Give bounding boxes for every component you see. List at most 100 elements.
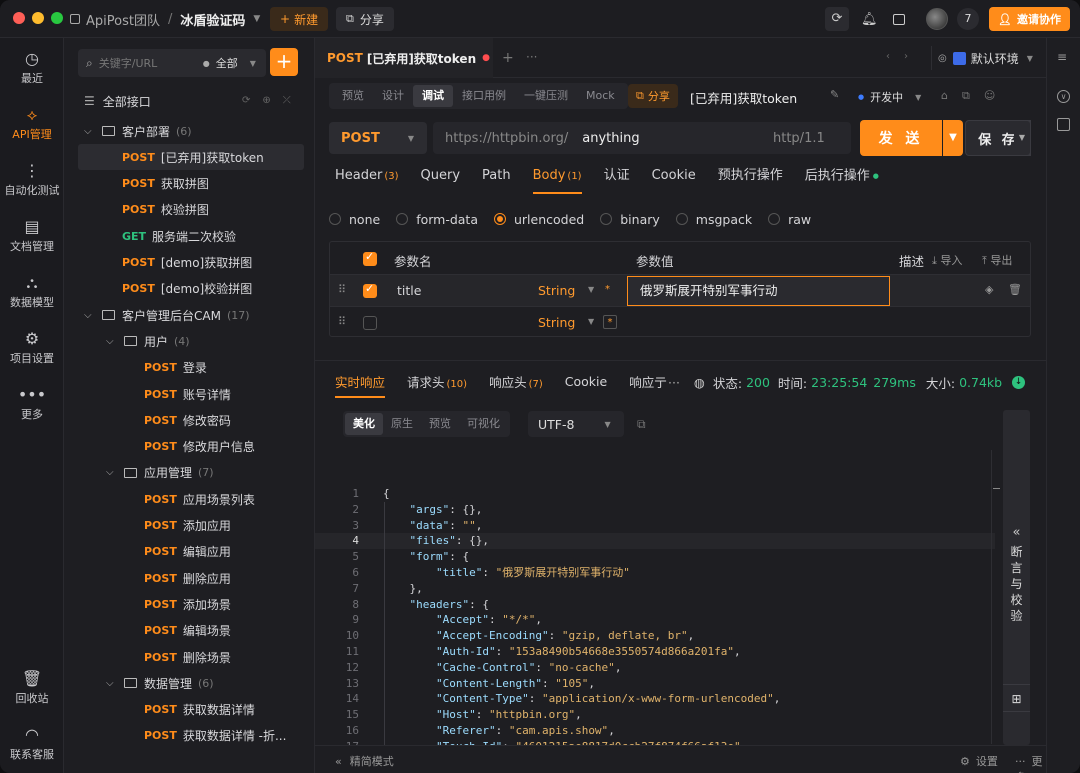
layout-icon[interactable]: ⊞ [1003, 684, 1030, 712]
tree-api-item[interactable]: POST 编辑应用 [144, 539, 231, 565]
new-button[interactable]: + 新建 [270, 7, 329, 31]
tree-api-item[interactable]: POST 校验拼图 [122, 197, 209, 223]
close-window-button[interactable] [13, 12, 25, 24]
copy-icon[interactable]: ⧉ [962, 89, 984, 102]
import-button[interactable]: ⤓ 导入 [932, 252, 962, 268]
download-icon[interactable]: ↓ [1012, 376, 1026, 389]
filter-select[interactable]: 全部 [216, 55, 238, 71]
rail-item-settings[interactable]: ⚙ 项目设置 [0, 330, 64, 366]
menu-icon[interactable]: ≡ [1057, 50, 1067, 64]
drag-handle-icon[interactable]: ⠿ [338, 315, 346, 328]
tree-api-item[interactable]: POST [已弃用]获取token [78, 144, 304, 171]
lock-icon[interactable]: ⌂ [941, 89, 962, 102]
body-type-radio[interactable]: raw [768, 212, 811, 227]
chevron-left-icon[interactable]: ‹ [886, 51, 904, 62]
all-apis-node[interactable]: ☰ 全部接口 [84, 88, 151, 114]
request-tab[interactable]: 后执行操作 ● [805, 162, 879, 190]
chevron-down-icon[interactable]: ⌵ [106, 336, 118, 347]
tree-api-item[interactable]: POST 添加应用 [144, 513, 231, 539]
param-value-input[interactable]: 俄罗斯展开特别军事行动 [627, 276, 890, 306]
collapse-icon[interactable]: ⤫ [283, 95, 303, 106]
param-type-select[interactable]: String [538, 315, 575, 330]
tree-folder[interactable]: ⌵ 用户 (4) [106, 328, 190, 354]
locate-icon[interactable]: ⊕ [262, 95, 282, 106]
body-type-radio[interactable]: form-data [396, 212, 478, 227]
tree-api-item[interactable]: POST 删除应用 [144, 565, 231, 591]
format-tab[interactable]: 可视化 [459, 413, 508, 435]
tab-more-icon[interactable]: ··· [526, 50, 537, 64]
body-type-radio[interactable]: binary [600, 212, 660, 227]
copy-response-icon[interactable]: ⧉ [637, 417, 646, 432]
chevron-down-icon[interactable]: ⌵ [106, 678, 118, 689]
protocol-select[interactable]: http/1.1 [773, 131, 825, 146]
project-name[interactable]: 冰盾验证码 [180, 10, 245, 29]
compact-mode-toggle[interactable]: « 精简模式 [335, 753, 394, 769]
tree-api-item[interactable]: POST [demo]校验拼图 [122, 276, 252, 302]
tree-api-item[interactable]: POST 添加场景 [144, 591, 231, 617]
view-tab[interactable]: Mock [577, 85, 624, 107]
request-tab[interactable]: 预执行操作 [718, 162, 783, 190]
delete-icon[interactable]: 🗑︎ [1008, 283, 1022, 296]
tree-api-item[interactable]: POST 修改用户信息 [144, 434, 255, 460]
chevron-down-icon[interactable]: ⌵ [84, 310, 96, 321]
encoding-select[interactable]: UTF-8 ▼ [528, 411, 624, 437]
format-tab[interactable]: 美化 [345, 413, 383, 435]
response-more-icon[interactable]: ··· [668, 375, 680, 390]
view-tab[interactable]: 预览 [333, 85, 373, 107]
tree-api-item[interactable]: POST 编辑场景 [144, 618, 231, 644]
param-enable-checkbox[interactable] [363, 316, 377, 330]
request-tab[interactable]: Cookie [652, 162, 696, 190]
chevron-down-icon[interactable]: ⌵ [106, 467, 118, 478]
export-button[interactable]: ⤒ 导出 [982, 252, 1012, 268]
drag-handle-icon[interactable]: ⠿ [338, 283, 346, 296]
url-input[interactable]: https://httpbin.org/ anything http/1.1 [433, 122, 851, 154]
tree-folder[interactable]: ⌵ 客户部署 (6) [84, 118, 192, 144]
chevron-right-icon[interactable]: › [904, 51, 922, 62]
response-tab[interactable]: 响应亍 [629, 372, 667, 391]
status-select[interactable]: ● 开发中 ▼ [858, 89, 921, 105]
member-count-badge[interactable]: 7 [957, 0, 979, 38]
format-tab[interactable]: 原生 [383, 413, 421, 435]
minimize-window-button[interactable] [32, 12, 44, 24]
format-tab[interactable]: 预览 [421, 413, 459, 435]
required-star-icon[interactable]: * [605, 284, 610, 295]
select-all-checkbox[interactable] [363, 250, 377, 266]
tree-api-item[interactable]: POST 登录 [144, 355, 207, 381]
sync-icon[interactable]: ⟳ [825, 7, 849, 31]
tree-api-item[interactable]: GET 服务端二次校验 [122, 223, 236, 249]
view-tab[interactable]: 接口用例 [453, 85, 515, 107]
tree-api-item[interactable]: POST 账号详情 [144, 381, 231, 407]
subtab-share-button[interactable]: ⧉ 分享 [628, 84, 678, 108]
param-type-select[interactable]: String [538, 283, 575, 298]
tree-folder[interactable]: ⌵ 数据管理 (6) [106, 670, 214, 696]
maximize-window-button[interactable] [51, 12, 63, 24]
search-input[interactable]: 关键字/URL [99, 55, 189, 71]
rail-item-more[interactable]: ••• 更多 [0, 386, 64, 422]
tree-api-item[interactable]: POST 获取数据详情 [144, 697, 255, 723]
view-tab[interactable]: 设计 [373, 85, 413, 107]
rail-item-trash[interactable]: 🗑︎ 回收站 [0, 670, 64, 706]
response-tab[interactable]: 请求头 (10) [407, 372, 467, 391]
share-button[interactable]: ⧉ 分享 [336, 7, 394, 31]
request-tab[interactable]: Header (3) [335, 162, 399, 190]
body-type-radio[interactable]: msgpack [675, 212, 752, 227]
tree-folder[interactable]: ⌵ 应用管理 (7) [106, 460, 214, 486]
view-tab[interactable]: 一键压测 [515, 85, 577, 107]
edit-icon[interactable]: ✎ [830, 88, 839, 101]
bell-icon[interactable]: 🔔︎ [861, 0, 878, 38]
avatar[interactable] [926, 0, 948, 38]
rail-item-docs[interactable]: ▤ 文档管理 [0, 218, 64, 254]
chevron-down-icon[interactable]: ▼ [250, 59, 256, 68]
invite-button[interactable]: 👤︎ 邀请协作 [989, 7, 1070, 31]
assertion-side-panel[interactable]: « 断言与校验 ⊞ [1003, 410, 1030, 745]
send-dropdown-icon[interactable]: ▼ [943, 120, 963, 156]
response-tab[interactable]: Cookie [565, 374, 607, 389]
add-api-button[interactable]: + [270, 48, 298, 76]
settings-link[interactable]: ⚙ 设置 [960, 753, 998, 769]
cube-icon[interactable]: ◈ [985, 283, 993, 296]
response-tab[interactable]: 实时响应 [335, 372, 386, 398]
tree-api-item[interactable]: POST 删除场景 [144, 644, 231, 670]
add-tab-icon[interactable]: + [502, 50, 514, 66]
api-name-input[interactable]: [已弃用]获取token [690, 88, 797, 107]
code-scrollbar[interactable] [991, 450, 1001, 744]
